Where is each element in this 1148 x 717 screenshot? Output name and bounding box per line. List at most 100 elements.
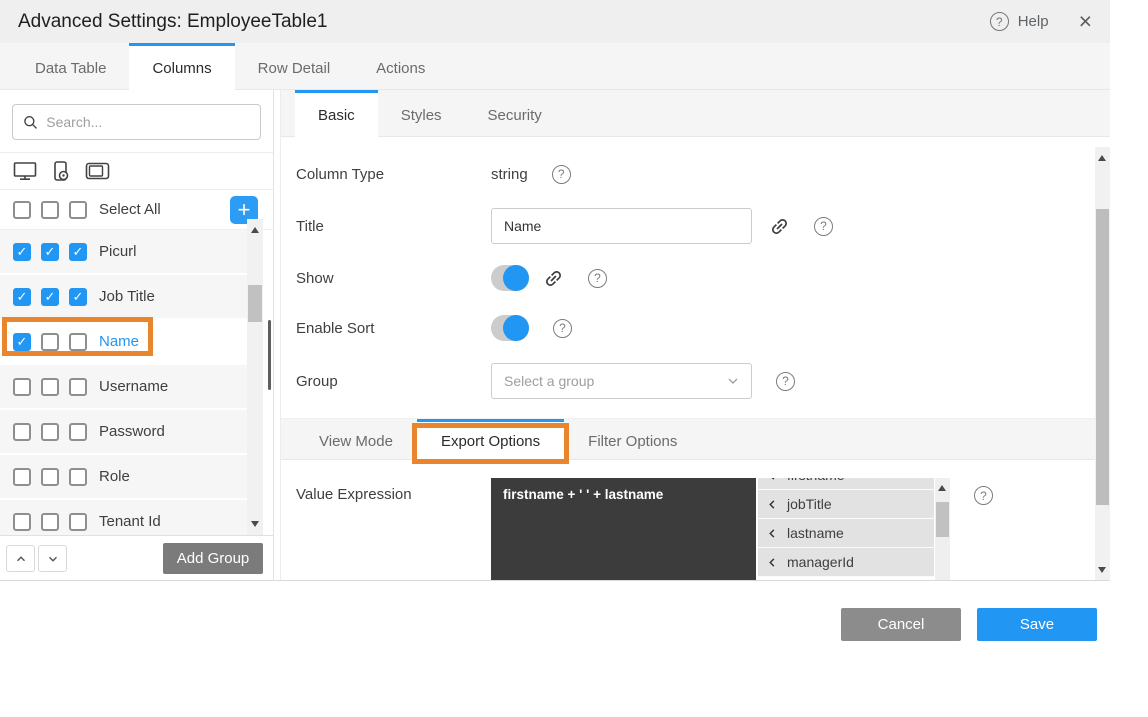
column-checkbox[interactable]: ✓	[13, 333, 31, 351]
scroll-down-icon[interactable]	[251, 521, 259, 527]
overlay-scrollbar-thumb[interactable]	[268, 320, 271, 390]
tablet-icon[interactable]	[85, 161, 111, 181]
title-input[interactable]	[491, 208, 752, 244]
column-checkbox[interactable]	[13, 423, 31, 441]
column-checkbox[interactable]	[13, 378, 31, 396]
tab-row-detail[interactable]: Row Detail	[235, 43, 354, 90]
column-checkbox[interactable]	[13, 513, 31, 531]
column-checkbox[interactable]: ✓	[13, 288, 31, 306]
column-checkbox[interactable]	[13, 468, 31, 486]
column-checkbox[interactable]	[41, 513, 59, 531]
field-list: firstname jobTitle lastnamemanagerId	[758, 478, 934, 577]
column-label: Role	[99, 468, 130, 485]
scrollbar-thumb[interactable]	[936, 502, 949, 537]
field-item-jobtitle[interactable]: jobTitle	[758, 490, 934, 519]
link-icon[interactable]	[543, 268, 564, 289]
help-icon[interactable]: ?	[776, 372, 795, 391]
subtab-view-mode[interactable]: View Mode	[295, 419, 417, 460]
save-button[interactable]: Save	[977, 608, 1097, 641]
close-icon[interactable]: ×	[1079, 10, 1092, 33]
panel-tab-styles[interactable]: Styles	[378, 90, 465, 137]
select-all-checkbox[interactable]	[13, 201, 31, 219]
column-checkbox[interactable]	[41, 468, 59, 486]
enable-sort-toggle[interactable]	[491, 315, 529, 341]
mobile-icon[interactable]	[50, 160, 72, 183]
column-checkbox[interactable]	[69, 468, 87, 486]
column-checkbox[interactable]	[69, 513, 87, 531]
panel-tab-basic[interactable]: Basic	[295, 90, 378, 137]
chevron-left-icon	[767, 528, 778, 539]
help-icon[interactable]: ?	[990, 12, 1009, 31]
column-checkbox[interactable]	[41, 423, 59, 441]
title-label: Title	[296, 218, 491, 235]
column-checkbox[interactable]	[69, 423, 87, 441]
scroll-up-icon[interactable]	[251, 227, 259, 233]
column-checkbox[interactable]	[69, 378, 87, 396]
sidebar-scrollbar[interactable]	[247, 219, 263, 535]
scroll-down-icon[interactable]	[1098, 567, 1106, 573]
enable-sort-row: Enable Sort ?	[296, 312, 1110, 344]
column-row-role[interactable]: Role	[0, 455, 247, 500]
select-all-row: Select All +	[0, 190, 273, 230]
help-icon[interactable]: ?	[553, 319, 572, 338]
move-down-button[interactable]	[38, 545, 67, 572]
link-icon[interactable]	[769, 216, 790, 237]
chevron-left-icon	[767, 557, 778, 568]
help-icon[interactable]: ?	[552, 165, 571, 184]
panel-tab-security[interactable]: Security	[465, 90, 565, 137]
toggle-knob	[503, 315, 529, 341]
tab-columns[interactable]: Columns	[129, 43, 234, 90]
show-toggle[interactable]	[491, 265, 529, 291]
field-item-firstname[interactable]: firstname	[758, 478, 934, 490]
scroll-up-icon[interactable]	[1098, 155, 1106, 161]
group-row: Group Select a group ?	[296, 363, 1110, 399]
sub-tab-bar: View ModeExport OptionsFilter Options	[281, 418, 1110, 460]
column-row-username[interactable]: Username	[0, 365, 247, 410]
column-row-job-title[interactable]: ✓✓✓Job Title	[0, 275, 247, 320]
column-checkbox[interactable]: ✓	[41, 243, 59, 261]
column-row-picurl[interactable]: ✓✓✓Picurl	[0, 230, 247, 275]
select-all-checkbox[interactable]	[41, 201, 59, 219]
sidebar-footer: Add Group	[0, 535, 273, 581]
column-checkbox[interactable]	[69, 333, 87, 351]
tab-data-table[interactable]: Data Table	[12, 43, 129, 90]
panel-scrollbar[interactable]	[1095, 147, 1110, 581]
tab-actions[interactable]: Actions	[353, 43, 448, 90]
column-checkbox[interactable]: ✓	[13, 243, 31, 261]
dialog-title: Advanced Settings: EmployeeTable1	[18, 11, 327, 33]
column-row-name[interactable]: ✓Name	[0, 320, 247, 365]
search-box	[12, 104, 261, 140]
column-row-password[interactable]: Password	[0, 410, 247, 455]
help-icon[interactable]: ?	[588, 269, 607, 288]
scrollbar-thumb[interactable]	[248, 285, 262, 322]
subtab-export-options[interactable]: Export Options	[417, 419, 564, 460]
value-expression-row: Value Expression firstname + ' ' + lastn…	[296, 478, 1110, 581]
desktop-icon[interactable]	[13, 160, 37, 182]
scroll-up-icon[interactable]	[938, 485, 946, 491]
field-item-lastname[interactable]: lastname	[758, 519, 934, 548]
column-checkbox[interactable]	[41, 378, 59, 396]
field-item-managerid[interactable]: managerId	[758, 548, 934, 577]
expression-editor[interactable]: firstname + ' ' + lastname	[491, 478, 756, 581]
help-button[interactable]: Help	[1018, 13, 1049, 30]
search-input[interactable]	[46, 114, 250, 130]
column-checkbox[interactable]: ✓	[69, 243, 87, 261]
help-icon[interactable]: ?	[814, 217, 833, 236]
column-checkbox[interactable]: ✓	[69, 288, 87, 306]
subtab-filter-options[interactable]: Filter Options	[564, 419, 701, 460]
cancel-button[interactable]: Cancel	[841, 608, 961, 641]
advanced-settings-dialog: Advanced Settings: EmployeeTable1 ? Help…	[0, 0, 1110, 581]
toggle-knob	[503, 265, 529, 291]
field-list-scrollbar[interactable]	[935, 478, 950, 581]
column-checkbox[interactable]	[41, 333, 59, 351]
add-group-button[interactable]: Add Group	[163, 543, 263, 574]
select-all-checkbox[interactable]	[69, 201, 87, 219]
move-up-button[interactable]	[6, 545, 35, 572]
field-label: jobTitle	[787, 496, 832, 512]
scrollbar-thumb[interactable]	[1096, 209, 1109, 505]
help-icon[interactable]: ?	[974, 486, 993, 505]
column-checkbox[interactable]: ✓	[41, 288, 59, 306]
main-tab-bar: Data TableColumnsRow DetailActions	[0, 43, 1110, 90]
group-select[interactable]: Select a group	[491, 363, 752, 399]
panel-tab-bar: BasicStylesSecurity	[281, 90, 1110, 137]
